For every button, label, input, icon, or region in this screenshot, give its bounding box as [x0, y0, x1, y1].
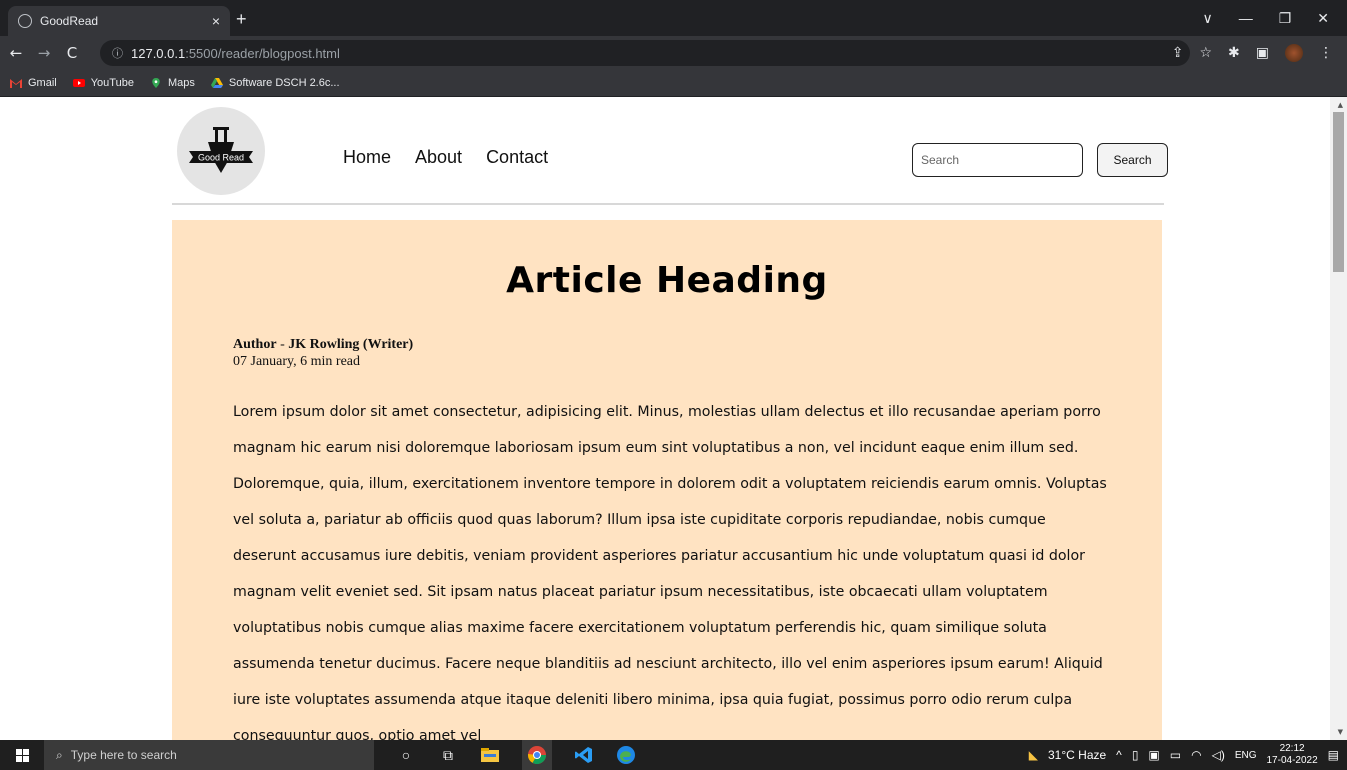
taskbar-apps: ○ ⧉	[396, 740, 636, 770]
volume-icon[interactable]: ◁)	[1212, 748, 1225, 762]
window-controls: ∨ — ❐ ✕	[1202, 0, 1347, 36]
youtube-icon	[72, 79, 85, 87]
site-header: Good Read Home About Contact Search	[172, 97, 1168, 205]
extensions-icon[interactable]: ✱	[1228, 45, 1240, 61]
pen-nib-logo-icon: Good Read	[189, 127, 253, 173]
reload-button[interactable]: C	[60, 44, 84, 62]
notifications-icon[interactable]: ▤	[1328, 748, 1339, 762]
wifi-icon[interactable]: ◠	[1191, 748, 1201, 762]
back-button[interactable]: ←	[4, 44, 28, 62]
share-icon[interactable]: ⇪	[1172, 45, 1184, 61]
start-button[interactable]	[0, 740, 44, 770]
author-separator: -	[276, 337, 289, 352]
bookmark-youtube[interactable]: YouTube	[72, 77, 134, 89]
site-info-icon[interactable]: ⓘ	[112, 45, 123, 61]
bookmark-star-icon[interactable]: ☆	[1199, 45, 1212, 61]
toolbar-icons: ⇪ ☆ ✱ ▣ ⋮	[1172, 36, 1333, 70]
tray-app-icon[interactable]: ▯	[1132, 748, 1139, 762]
side-panel-icon[interactable]: ▣	[1256, 45, 1269, 61]
menu-icon[interactable]: ⋮	[1319, 45, 1333, 61]
address-bar-row: ← → C ⓘ 127.0.0.1 :5500/reader/blogpost.…	[0, 36, 1347, 70]
tab-close-icon[interactable]: ×	[212, 13, 220, 29]
edge-icon[interactable]	[616, 745, 636, 765]
bookmark-gmail[interactable]: Gmail	[10, 77, 57, 89]
battery-icon[interactable]: ▭	[1170, 748, 1181, 762]
gmail-icon	[10, 79, 22, 88]
article-card: Article Heading Author - JK Rowling (Wri…	[172, 220, 1162, 740]
windows-taskbar: ⌕ Type here to search ○ ⧉ ◣ 31°C Haze ^ …	[0, 740, 1347, 770]
article-body: Lorem ipsum dolor sit amet consectetur, …	[233, 404, 1107, 740]
nav-contact[interactable]: Contact	[486, 147, 548, 168]
vscode-icon[interactable]	[574, 745, 594, 765]
bookmark-software[interactable]: Software DSCH 2.6c...	[210, 77, 340, 89]
task-view-icon[interactable]: ⧉	[438, 745, 458, 765]
clock-time: 22:12	[1279, 743, 1305, 754]
url-path: :5500/reader/blogpost.html	[185, 45, 340, 61]
url-bar[interactable]: ⓘ 127.0.0.1 :5500/reader/blogpost.html	[100, 40, 1190, 66]
globe-icon	[18, 14, 32, 28]
browser-tab[interactable]: GoodRead ×	[8, 6, 230, 36]
scroll-up-arrow-icon[interactable]: ▲	[1338, 101, 1343, 109]
clock[interactable]: 22:12 17-04-2022	[1267, 743, 1318, 767]
browser-tab-bar: GoodRead × + ∨ — ❐ ✕	[0, 0, 1347, 36]
taskbar-search-placeholder: Type here to search	[70, 748, 177, 762]
tray-expand-icon[interactable]: ^	[1116, 748, 1122, 762]
article-heading: Article Heading	[506, 260, 828, 301]
minimize-button[interactable]: —	[1239, 10, 1253, 26]
chrome-icon[interactable]	[522, 740, 552, 770]
weather-icon[interactable]: ◣	[1029, 748, 1038, 762]
nav-about[interactable]: About	[415, 147, 462, 168]
forward-button[interactable]: →	[32, 44, 56, 62]
article-date: 07 January, 6 min read	[233, 354, 360, 369]
svg-text:Good Read: Good Read	[198, 153, 244, 163]
url-host: 127.0.0.1	[131, 45, 186, 61]
scroll-down-arrow-icon[interactable]: ▼	[1338, 728, 1343, 736]
tab-title: GoodRead	[40, 14, 99, 28]
maps-icon	[152, 78, 160, 88]
maximize-button[interactable]: ❐	[1279, 10, 1292, 27]
taskbar-search[interactable]: ⌕ Type here to search	[44, 740, 374, 770]
page-viewport: Good Read Home About Contact Search Arti…	[0, 97, 1347, 740]
site-logo[interactable]: Good Read	[177, 107, 265, 195]
file-explorer-icon[interactable]	[480, 745, 500, 765]
profile-avatar[interactable]	[1285, 44, 1303, 62]
cortana-icon[interactable]: ○	[396, 745, 416, 765]
search-input[interactable]	[912, 143, 1083, 177]
close-window-button[interactable]: ✕	[1317, 10, 1329, 27]
main-nav: Home About Contact	[343, 147, 548, 168]
drive-icon	[210, 78, 223, 88]
bookmark-maps[interactable]: Maps	[150, 77, 195, 89]
weather-text[interactable]: 31°C Haze	[1048, 748, 1106, 762]
nav-home[interactable]: Home	[343, 147, 391, 168]
search-icon: ⌕	[56, 747, 63, 762]
author-name: JK Rowling (Writer)	[288, 337, 414, 352]
clock-date: 17-04-2022	[1266, 755, 1318, 766]
bookmarks-bar: Gmail YouTube Maps Software DSCH 2.6c...	[0, 70, 1347, 97]
language-indicator[interactable]: ENG	[1235, 750, 1257, 761]
system-tray: ◣ 31°C Haze ^ ▯ ▣ ▭ ◠ ◁) ENG 22:12 17-04…	[1029, 740, 1339, 770]
author-label: Author	[233, 337, 277, 352]
windows-logo-icon	[15, 748, 29, 762]
search-button[interactable]: Search	[1097, 143, 1168, 177]
article-meta: Author - JK Rowling (Writer) 07 January,…	[233, 336, 413, 370]
new-tab-button[interactable]: +	[236, 9, 247, 30]
tray-meet-icon[interactable]: ▣	[1148, 748, 1159, 762]
scrollbar-thumb[interactable]	[1333, 112, 1344, 272]
tab-search-icon[interactable]: ∨	[1202, 10, 1212, 27]
